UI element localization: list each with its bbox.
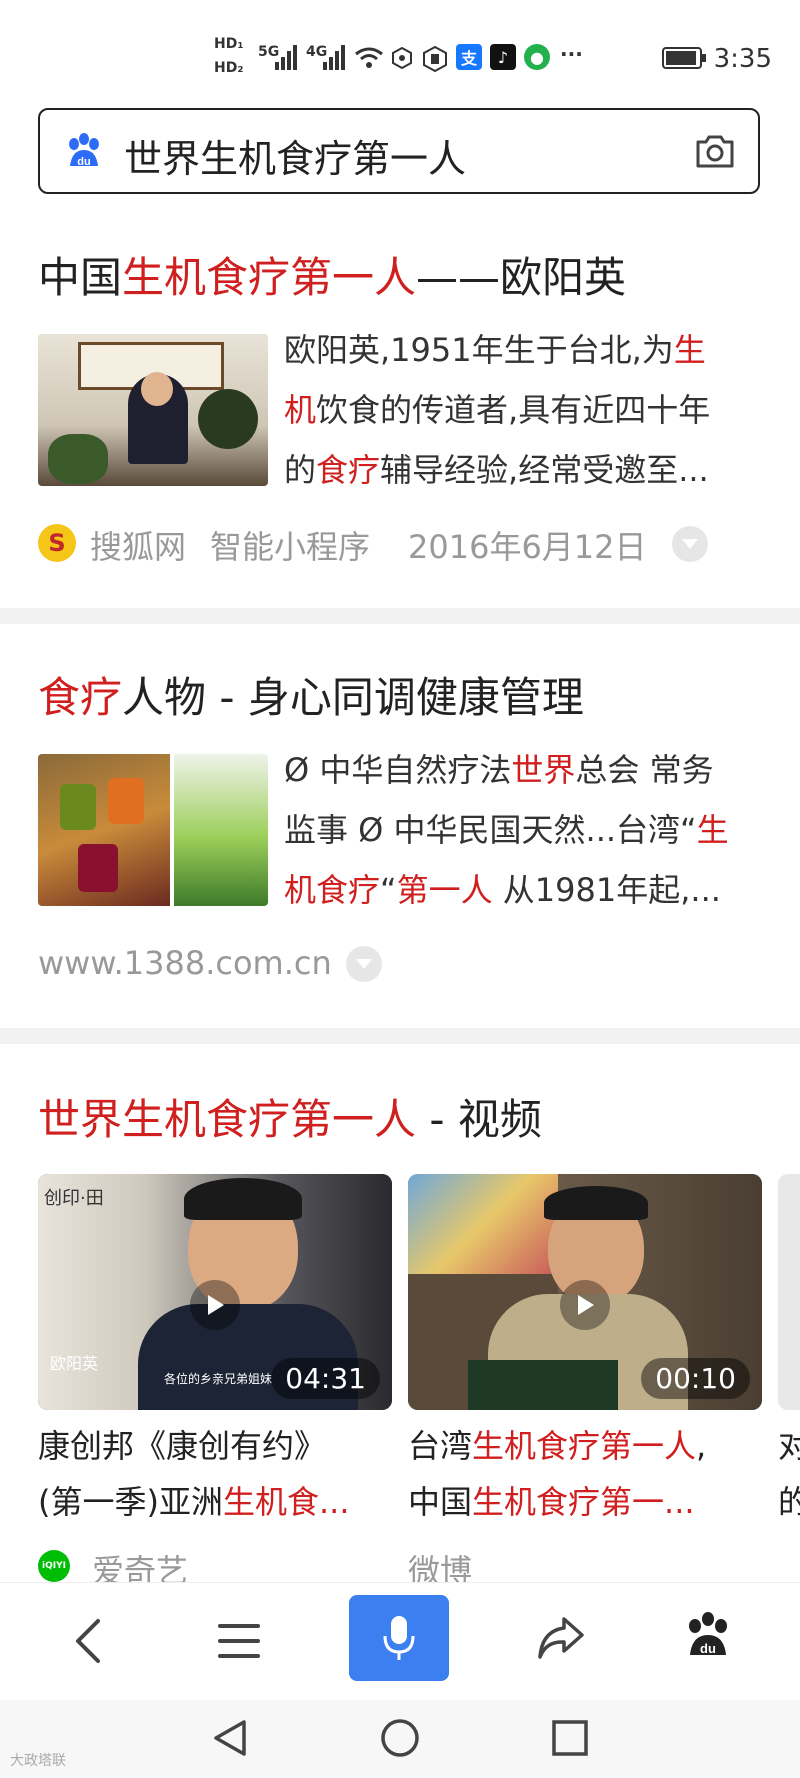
back-arrow-icon[interactable] <box>70 1617 106 1665</box>
search-box[interactable]: du 世界生机食疗第一人 <box>38 108 760 194</box>
battery-icon <box>662 47 706 69</box>
play-icon[interactable] <box>560 1280 610 1330</box>
voice-search-button[interactable] <box>349 1595 449 1681</box>
result-title[interactable]: 中国生机食疗第一人——欧阳英 <box>38 244 626 305</box>
status-bar: HD₁ HD₂ 5G 4G 支 ♪ ● ··· 3:35 <box>0 0 800 100</box>
result-url[interactable]: www.1388.com.cn <box>38 944 332 982</box>
video-section-title[interactable]: 世界生机食疗第一人 - 视频 <box>38 1086 542 1147</box>
video-thumbnail-partial[interactable] <box>778 1174 800 1410</box>
signal-icon <box>275 45 297 70</box>
sohu-logo-icon: S <box>38 524 76 562</box>
app-notification-icon: ● <box>524 44 550 70</box>
camera-icon[interactable] <box>694 132 736 170</box>
system-navigation-bar: 大政塔联 <box>0 1700 800 1778</box>
nav-home-icon[interactable] <box>380 1718 420 1758</box>
watermark: 大政塔联 <box>10 1753 66 1769</box>
hd2-indicator: HD₂ <box>214 60 244 76</box>
more-notifications: ··· <box>560 42 583 66</box>
video-brand-watermark: 创印·田 <box>44 1188 104 1209</box>
result-snippet: Ø 中华自然疗法世界总会 常务 监事 Ø 中华民国天然...台湾“生 机食疗“第… <box>284 751 729 909</box>
nav-recents-icon[interactable] <box>552 1720 588 1756</box>
nfc-icon <box>392 46 412 70</box>
video-thumbnail[interactable]: 00:10 <box>408 1174 762 1410</box>
signal-icon <box>323 45 345 70</box>
video-title[interactable]: 台湾生机食疗第一人, 中国生机食疗第一... <box>408 1418 768 1530</box>
chevron-down-icon[interactable] <box>346 946 382 982</box>
video-subtitle: 各位的乡亲兄弟姐妹 <box>164 1372 273 1386</box>
svg-text:du: du <box>77 156 90 168</box>
video-duration: 00:10 <box>641 1358 750 1399</box>
nav-back-icon[interactable] <box>212 1718 248 1758</box>
bottom-toolbar: du <box>0 1582 800 1713</box>
result-tag: 智能小程序 <box>210 528 371 566</box>
result-source: 搜狐网 <box>90 528 187 566</box>
result-title[interactable]: 食疗人物 - 身心同调健康管理 <box>38 664 584 725</box>
result-thumbnail[interactable] <box>38 334 268 486</box>
video-title[interactable]: 康创邦《康创有约》 (第一季)亚洲生机食... <box>38 1418 398 1530</box>
iqiyi-logo-icon: iQIYI <box>38 1550 70 1582</box>
section-divider <box>0 1028 800 1044</box>
result-thumbnail[interactable] <box>38 754 268 906</box>
hd1-indicator: HD₁ <box>214 36 244 52</box>
alipay-icon: 支 <box>456 44 482 70</box>
result-snippet: 欧阳英,1951年生于台北,为生 机饮食的传道者,具有近四十年 的食疗辅导经验,… <box>284 331 711 489</box>
hand-icon <box>423 46 447 72</box>
clock: 3:35 <box>713 44 772 74</box>
video-title-partial[interactable]: 对 的 <box>778 1418 800 1530</box>
video-duration: 04:31 <box>271 1358 380 1399</box>
microphone-icon <box>383 1616 415 1660</box>
svg-text:du: du <box>700 1641 716 1656</box>
menu-icon[interactable] <box>218 1621 260 1661</box>
share-icon[interactable] <box>536 1615 586 1661</box>
search-query[interactable]: 世界生机食疗第一人 <box>124 128 466 183</box>
baidu-paw-icon[interactable]: du <box>684 1611 732 1661</box>
tiktok-icon: ♪ <box>490 44 516 70</box>
play-icon[interactable] <box>190 1280 240 1330</box>
wifi-icon <box>355 47 383 68</box>
video-thumbnail[interactable]: 创印·田 欧阳英 各位的乡亲兄弟姐妹 04:31 <box>38 1174 392 1410</box>
chevron-down-icon[interactable] <box>672 526 708 562</box>
baidu-paw-icon: du <box>69 133 99 168</box>
section-divider <box>0 608 800 624</box>
result-date: 2016年6月12日 <box>408 528 647 566</box>
video-speaker-name: 欧阳英 <box>50 1354 99 1373</box>
